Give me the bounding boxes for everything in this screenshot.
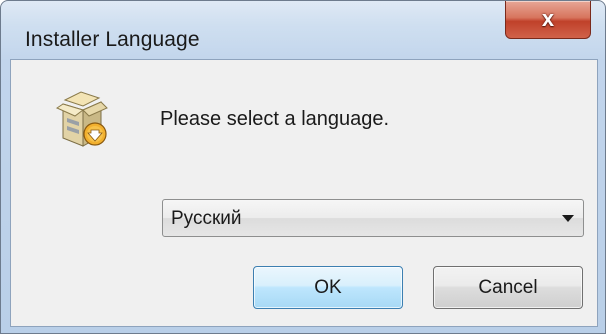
dialog-body: Please select a language. Русский OK Can… — [10, 59, 598, 327]
selected-language: Русский — [171, 208, 242, 229]
language-prompt: Please select a language. — [160, 108, 390, 130]
installer-language-window: Installer Language x Please select a lan… — [0, 0, 606, 334]
close-button[interactable]: x — [505, 1, 591, 39]
chevron-down-icon[interactable] — [562, 215, 574, 222]
cancel-button[interactable]: Cancel — [433, 266, 583, 309]
close-icon: x — [541, 5, 555, 31]
language-select[interactable]: Русский — [162, 199, 584, 237]
installer-box-icon — [55, 91, 108, 147]
window-title: Installer Language — [25, 28, 200, 51]
ok-button[interactable]: OK — [253, 266, 403, 309]
title-bar[interactable]: Installer Language x — [1, 1, 605, 61]
